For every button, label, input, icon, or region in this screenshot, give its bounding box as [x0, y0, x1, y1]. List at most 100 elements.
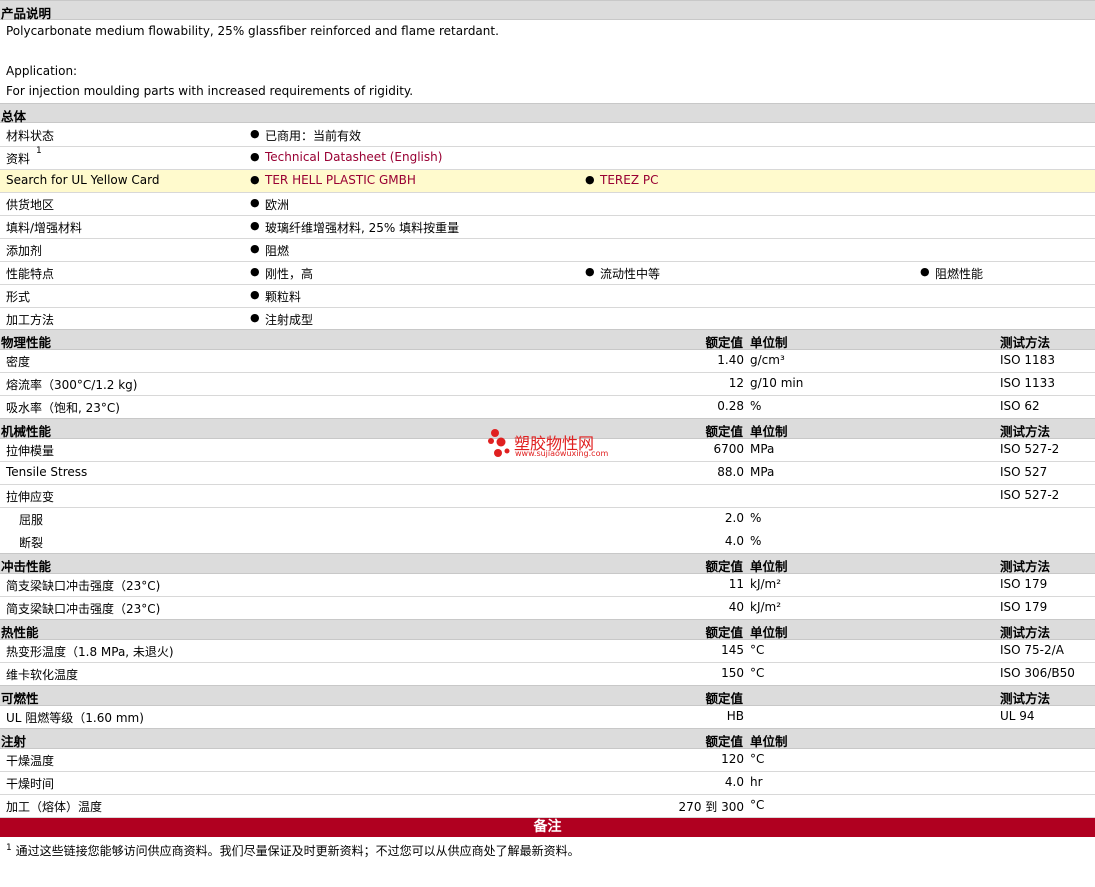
section-header-description: 产品说明: [0, 0, 1095, 21]
row-label: 加工方法: [6, 313, 55, 327]
property-label: 简支梁缺口冲击强度（23°C): [6, 579, 161, 593]
property-unit: kJ/m²: [750, 577, 782, 591]
section-title: 热性能: [1, 625, 39, 640]
property-value: 145: [721, 643, 744, 657]
property-unit: %: [750, 399, 762, 413]
description-line-1: Polycarbonate medium flowability, 25% gl…: [6, 24, 499, 38]
test-method: UL 94: [1000, 709, 1035, 723]
property-row: Tensile Stress 88.0 MPa ISO 527: [0, 462, 1095, 485]
column-test: 测试方法: [1000, 625, 1051, 640]
property-value: 0.28: [717, 399, 744, 413]
general-row: 加工方法 ● 注射成型: [0, 308, 1095, 331]
column-test: 测试方法: [1000, 691, 1051, 706]
bullet-text: 阻燃性能: [935, 267, 984, 281]
bullet-icon: ●: [585, 265, 595, 278]
property-row: 干燥时间 4.0 hr: [0, 772, 1095, 795]
test-method: ISO 62: [1000, 399, 1040, 413]
column-nominal: 额定值: [705, 335, 743, 350]
property-label: Tensile Stress: [6, 465, 88, 479]
property-row: 干燥温度 120 °C: [0, 749, 1095, 772]
property-row: 熔流率（300°C/1.2 kg) 12 g/10 min ISO 1133: [0, 373, 1095, 396]
property-unit: %: [750, 534, 762, 548]
property-unit: MPa: [750, 465, 775, 479]
property-unit: g/10 min: [750, 376, 804, 390]
property-label: 密度: [6, 355, 31, 369]
column-test: 测试方法: [1000, 559, 1051, 574]
property-label: UL 阻燃等级（1.60 mm): [6, 711, 144, 725]
bullet-text[interactable]: TEREZ PC: [600, 173, 658, 187]
section-title: 注射: [1, 734, 27, 749]
test-method: ISO 527-2: [1000, 488, 1060, 502]
bullet-icon: ●: [920, 265, 930, 278]
row-label: 性能特点: [6, 267, 55, 281]
row-label: 形式: [6, 290, 31, 304]
general-row: 资料 1 ● Technical Datasheet (English): [0, 146, 1095, 170]
property-unit: kJ/m²: [750, 600, 782, 614]
bullet-icon: ●: [250, 288, 260, 301]
property-label: 干燥温度: [6, 754, 55, 768]
general-row: 添加剂 ● 阻燃: [0, 239, 1095, 262]
test-method: ISO 527: [1000, 465, 1048, 479]
property-row: 断裂 4.0%: [0, 531, 1095, 554]
property-unit: g/cm³: [750, 353, 785, 367]
column-nominal: 额定值: [705, 625, 743, 640]
property-label: 拉伸模量: [6, 444, 55, 458]
column-test: 测试方法: [1000, 424, 1051, 439]
bullet-text: 颗粒料: [265, 290, 302, 304]
property-value: 150: [721, 666, 744, 680]
property-unit: °C: [750, 666, 765, 680]
bullet-text: 阻燃: [265, 244, 290, 258]
general-row: 材料状态 ● 已商用：当前有效: [0, 124, 1095, 147]
description-line-3: For injection moulding parts with increa…: [6, 84, 414, 98]
section-header-injection: 注射 额定值 单位制: [0, 728, 1095, 749]
section-title: 可燃性: [1, 691, 39, 706]
row-label: 资料: [6, 152, 31, 166]
column-nominal: 额定值: [705, 424, 743, 439]
bullet-icon: ●: [250, 173, 260, 186]
section-header-thermal: 热性能 额定值 单位制 测试方法: [0, 619, 1095, 640]
property-value: 88.0: [717, 465, 744, 479]
property-value: 40: [728, 600, 744, 614]
bullet-text: 欧洲: [265, 198, 290, 212]
watermark-url: www.sujiaowuxing.com: [515, 449, 609, 458]
property-row: 吸水率（饱和, 23°C) 0.28% ISO 62: [0, 396, 1095, 419]
property-value: 2.0: [724, 511, 744, 525]
property-row: 热变形温度（1.8 MPa, 未退火) 145 °C ISO 75-2/A: [0, 640, 1095, 663]
test-method: ISO 75-2/A: [1000, 643, 1064, 657]
bullet-icon: ●: [250, 311, 260, 324]
section-header-flammability: 可燃性 额定值 测试方法: [0, 685, 1095, 706]
section-header-general: 总体: [0, 103, 1095, 124]
property-row: 拉伸应变 ISO 527-2: [0, 485, 1095, 508]
bullet-text[interactable]: TER HELL PLASTIC GMBH: [265, 173, 416, 187]
property-unit: hr: [750, 775, 763, 789]
bullet-text[interactable]: Technical Datasheet (English): [265, 150, 442, 164]
test-method: ISO 1133: [1000, 376, 1055, 390]
property-row: UL 阻燃等级（1.60 mm) HB UL 94: [0, 706, 1095, 729]
column-nominal: 额定值: [705, 691, 743, 706]
column-nominal: 额定值: [705, 559, 743, 574]
property-label: 简支梁缺口冲击强度（23°C): [6, 602, 161, 616]
property-row: 简支梁缺口冲击强度（23°C) 11 kJ/m² ISO 179: [0, 574, 1095, 597]
bullet-text: 注射成型: [265, 313, 314, 327]
general-row: 填料/增强材料 ● 玻璃纤维增强材料, 25% 填料按重量: [0, 216, 1095, 239]
general-row: 性能特点 ● 刚性，高 ● 流动性中等 ● 阻燃性能: [0, 262, 1095, 285]
property-label: 维卡软化温度: [6, 668, 79, 682]
general-row: 供货地区 ● 欧洲: [0, 193, 1095, 216]
property-value: 12: [728, 376, 744, 390]
property-label: 熔流率（300°C/1.2 kg): [6, 378, 138, 392]
property-value: 120: [721, 752, 744, 766]
section-title: 冲击性能: [1, 559, 52, 574]
footnote: 1 通过这些链接您能够访问供应商资料。我们尽量保证及时更新资料；不过您可以从供应…: [6, 842, 580, 859]
property-unit: MPa: [750, 442, 775, 456]
bullet-text: 玻璃纤维增强材料, 25% 填料按重量: [265, 221, 460, 235]
column-unit: 单位制: [750, 424, 788, 439]
property-label: 屈服: [19, 513, 44, 527]
bullet-icon: ●: [250, 265, 260, 278]
notes-header: 备注: [0, 818, 1095, 837]
logo-dots-icon: [488, 429, 510, 457]
bullet-icon: ●: [250, 242, 260, 255]
row-label: 添加剂: [6, 244, 43, 258]
footnote-text: 通过这些链接您能够访问供应商资料。我们尽量保证及时更新资料；不过您可以从供应商处…: [15, 844, 580, 858]
property-row: 屈服 2.0%: [0, 508, 1095, 531]
property-value: 4.0: [724, 775, 744, 789]
